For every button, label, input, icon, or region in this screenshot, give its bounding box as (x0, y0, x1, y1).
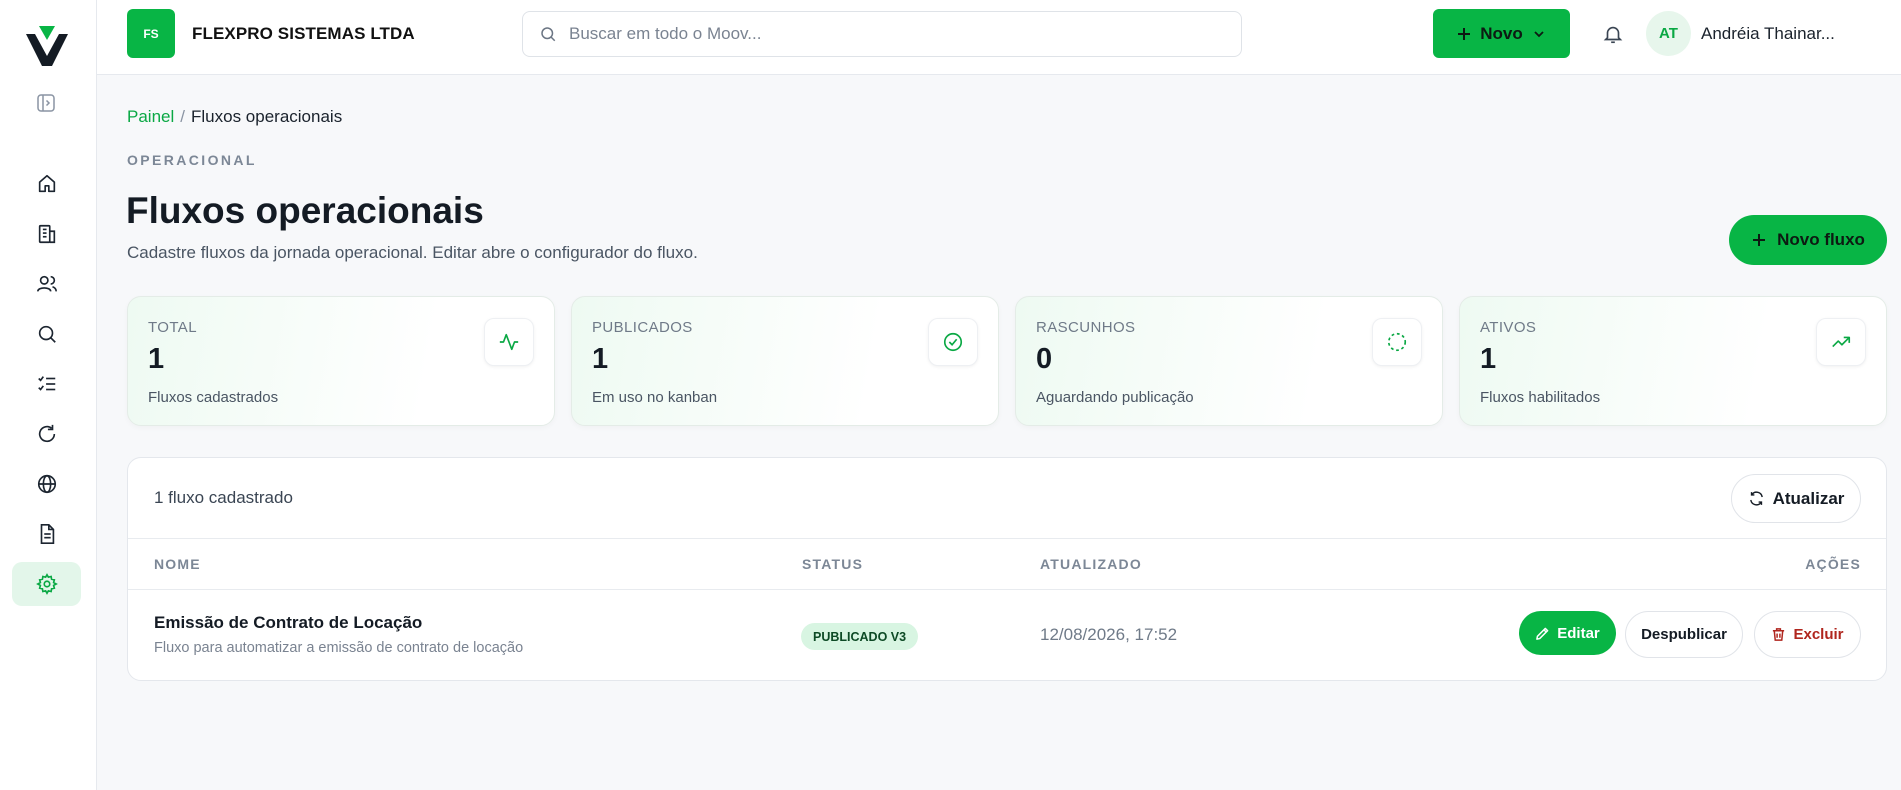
new-button[interactable]: Novo (1433, 9, 1570, 58)
breadcrumb-separator: / (180, 107, 185, 126)
breadcrumb: Painel / Fluxos operacionais (127, 107, 342, 127)
user-name[interactable]: Andréia Thainar... (1701, 24, 1835, 44)
search-icon (539, 25, 557, 43)
topbar: FS FLEXPRO SISTEMAS LTDA Novo AT Andréia… (97, 0, 1901, 75)
table-header: NOME STATUS ATUALIZADO AÇÕES (128, 538, 1886, 590)
nav-settings[interactable] (12, 562, 81, 606)
stat-description: Em uso no kanban (592, 389, 718, 406)
stat-label: PUBLICADOS (592, 319, 693, 336)
stat-value: 0 (1036, 343, 1053, 375)
stat-label: RASCUNHOS (1036, 319, 1136, 336)
flow-name[interactable]: Emissão de Contrato de Locação (154, 613, 422, 633)
trending-up-icon (1816, 318, 1866, 366)
refresh-icon (36, 423, 58, 445)
nav-buildings[interactable] (12, 212, 81, 256)
edit-button[interactable]: Editar (1519, 611, 1616, 655)
column-header-actions: AÇÕES (1805, 556, 1861, 572)
plus-icon (1456, 26, 1472, 42)
nav-users[interactable] (12, 262, 81, 306)
delete-button[interactable]: Excluir (1754, 611, 1861, 658)
plus-icon (1751, 232, 1767, 248)
section-label: OPERACIONAL (127, 152, 257, 168)
chevron-down-icon (1531, 26, 1547, 42)
nav-documents[interactable] (12, 512, 81, 556)
search-input[interactable] (569, 24, 1209, 44)
stat-card-total: TOTAL 1 Fluxos cadastrados (127, 296, 555, 426)
nav-checklist[interactable] (12, 362, 81, 406)
stat-value: 1 (148, 343, 165, 375)
new-button-label: Novo (1480, 23, 1523, 43)
status-badge: PUBLICADO V3 (801, 623, 919, 650)
delete-button-label: Excluir (1793, 626, 1844, 643)
flow-count: 1 fluxo cadastrado (154, 488, 293, 507)
refresh-button-label: Atualizar (1772, 488, 1845, 508)
column-header-updated[interactable]: ATUALIZADO (1040, 556, 1142, 572)
stat-card-drafts: RASCUNHOS 0 Aguardando publicação (1015, 296, 1443, 426)
flow-description: Fluxo para automatizar a emissão de cont… (154, 640, 524, 656)
stat-value: 1 (592, 343, 609, 375)
column-header-status[interactable]: STATUS (802, 556, 863, 572)
stat-card-active: ATIVOS 1 Fluxos habilitados (1459, 296, 1887, 426)
column-header-name[interactable]: NOME (154, 556, 201, 572)
refresh-button[interactable]: Atualizar (1731, 474, 1861, 523)
globe-icon (36, 473, 58, 495)
nav-search[interactable] (12, 312, 81, 356)
unpublish-button[interactable]: Despublicar (1625, 611, 1743, 658)
users-icon (36, 273, 58, 295)
dashed-circle-icon (1372, 318, 1422, 366)
gear-icon (35, 573, 58, 595)
edit-button-label: Editar (1557, 624, 1600, 642)
checklist-icon (36, 373, 58, 395)
company-name[interactable]: FLEXPRO SISTEMAS LTDA (192, 24, 415, 44)
stat-label: TOTAL (148, 319, 197, 336)
updated-date: 12/08/2026, 17:52 (1040, 625, 1178, 644)
user-avatar[interactable]: AT (1646, 11, 1691, 56)
page-subtitle: Cadastre fluxos da jornada operacional. … (127, 243, 698, 262)
stat-description: Fluxos habilitados (1480, 389, 1601, 406)
moov-logo[interactable] (26, 26, 68, 68)
nav-home[interactable] (12, 162, 81, 206)
nav-refresh[interactable] (12, 412, 81, 456)
global-search[interactable] (522, 11, 1242, 57)
stat-value: 1 (1480, 343, 1497, 375)
nav-globe[interactable] (12, 462, 81, 506)
trash-icon (1771, 627, 1786, 642)
new-flow-button-label: Novo fluxo (1777, 230, 1865, 249)
stat-description: Aguardando publicação (1036, 389, 1194, 406)
check-circle-icon (928, 318, 978, 366)
sidebar (0, 0, 97, 790)
stat-card-published: PUBLICADOS 1 Em uso no kanban (571, 296, 999, 426)
home-icon (36, 173, 58, 195)
flows-table: 1 fluxo cadastrado Atualizar NOME STATUS… (127, 457, 1887, 681)
sidebar-toggle-icon[interactable] (36, 93, 56, 113)
breadcrumb-home-link[interactable]: Painel (127, 107, 174, 126)
stat-description: Fluxos cadastrados (148, 389, 279, 406)
page-title: Fluxos operacionais (126, 190, 484, 231)
new-flow-button[interactable]: Novo fluxo (1729, 215, 1887, 265)
building-icon (36, 223, 58, 245)
pencil-icon (1535, 626, 1550, 641)
stat-label: ATIVOS (1480, 319, 1537, 336)
company-badge[interactable]: FS (127, 9, 175, 58)
bell-icon[interactable] (1602, 23, 1624, 45)
refresh-icon (1748, 490, 1765, 507)
activity-icon (484, 318, 534, 366)
document-icon (36, 523, 58, 545)
breadcrumb-current: Fluxos operacionais (191, 107, 343, 126)
search-icon (36, 323, 58, 345)
